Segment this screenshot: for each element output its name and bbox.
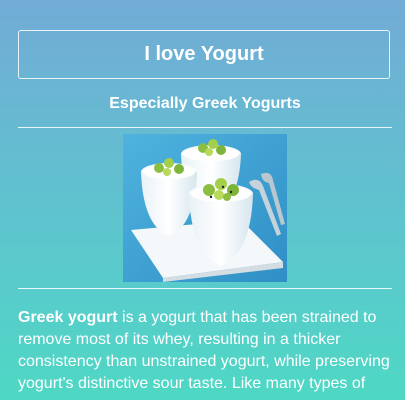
top-divider — [18, 127, 392, 128]
page-content: I love Yogurt Especially Greek Yogurts G… — [18, 30, 392, 395]
page-title: I love Yogurt — [144, 43, 264, 65]
article-paragraph: Greek yogurt is a yogurt that has been s… — [18, 307, 392, 395]
greek-yogurt-photo — [123, 134, 287, 282]
bottom-divider — [18, 288, 392, 289]
lead-term: Greek yogurt — [18, 309, 118, 326]
page-title-box: I love Yogurt — [18, 30, 390, 79]
page-subtitle: Especially Greek Yogurts — [109, 95, 301, 112]
photo-container — [18, 134, 392, 282]
